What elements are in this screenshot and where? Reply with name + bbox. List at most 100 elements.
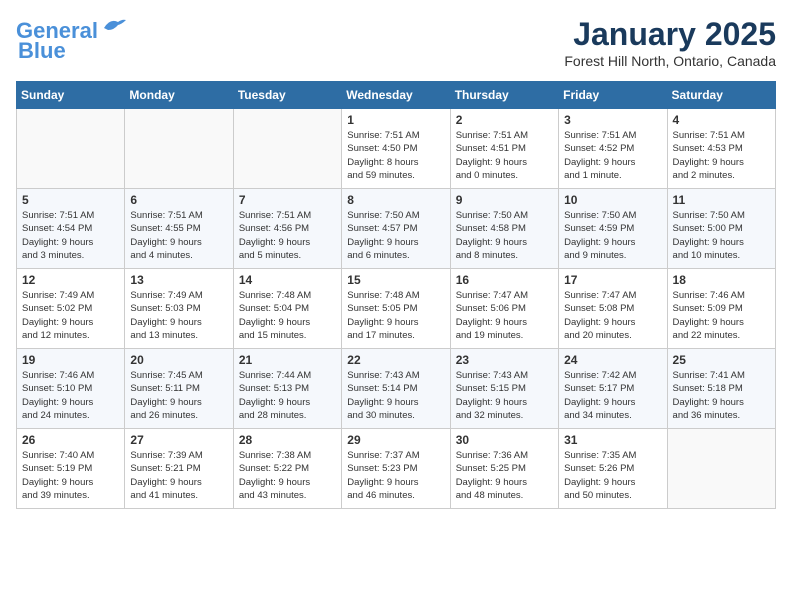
day-number: 18 [673, 273, 770, 287]
day-info: Sunrise: 7:35 AMSunset: 5:26 PMDaylight:… [564, 449, 661, 502]
day-info: Sunrise: 7:51 AMSunset: 4:55 PMDaylight:… [130, 209, 227, 262]
table-row: 30 Sunrise: 7:36 AMSunset: 5:25 PMDayligh… [450, 429, 558, 509]
day-number: 19 [22, 353, 119, 367]
header-monday: Monday [125, 82, 233, 109]
table-row [17, 109, 125, 189]
table-row: 2Sunrise: 7:51 AMSunset: 4:51 PMDaylight… [450, 109, 558, 189]
day-number: 31 [564, 433, 661, 447]
day-number: 26 [22, 433, 119, 447]
day-number: 7 [239, 193, 336, 207]
day-info: Sunrise: 7:48 AMSunset: 5:05 PMDaylight:… [347, 289, 444, 342]
table-row: 24 Sunrise: 7:42 AMSunset: 5:17 PMDayligh… [559, 349, 667, 429]
table-row: 21 Sunrise: 7:44 AMSunset: 5:13 PMDayligh… [233, 349, 341, 429]
day-info: Sunrise: 7:43 AMSunset: 5:15 PMDaylight:… [456, 369, 553, 422]
day-number: 9 [456, 193, 553, 207]
day-number: 6 [130, 193, 227, 207]
day-info: Sunrise: 7:39 AMSunset: 5:21 PMDaylight:… [130, 449, 227, 502]
day-number: 21 [239, 353, 336, 367]
table-row: 26 Sunrise: 7:40 AMSunset: 5:19 PMDayligh… [17, 429, 125, 509]
day-info: Sunrise: 7:51 AMSunset: 4:54 PMDaylight:… [22, 209, 119, 262]
page-header: General Blue January 2025 Forest Hill No… [16, 16, 776, 69]
day-number: 24 [564, 353, 661, 367]
header-thursday: Thursday [450, 82, 558, 109]
location-subtitle: Forest Hill North, Ontario, Canada [564, 53, 776, 69]
day-number: 1 [347, 113, 444, 127]
day-number: 8 [347, 193, 444, 207]
table-row: 8 Sunrise: 7:50 AMSunset: 4:57 PMDaylight… [342, 189, 450, 269]
day-info: Sunrise: 7:51 AMSunset: 4:50 PMDaylight:… [347, 129, 444, 182]
table-row: 6 Sunrise: 7:51 AMSunset: 4:55 PMDaylight… [125, 189, 233, 269]
table-row: 11 Sunrise: 7:50 AMSunset: 5:00 PMDayligh… [667, 189, 775, 269]
day-info: Sunrise: 7:46 AMSunset: 5:09 PMDaylight:… [673, 289, 770, 342]
header-sunday: Sunday [17, 82, 125, 109]
calendar-week-row: 1 Sunrise: 7:51 AMSunset: 4:50 PMDaylight… [17, 109, 776, 189]
logo-bird-icon [100, 16, 128, 36]
table-row: 9 Sunrise: 7:50 AMSunset: 4:58 PMDaylight… [450, 189, 558, 269]
table-row [233, 109, 341, 189]
calendar-header-row: Sunday Monday Tuesday Wednesday Thursday… [17, 82, 776, 109]
day-info: Sunrise: 7:48 AMSunset: 5:04 PMDaylight:… [239, 289, 336, 342]
table-row: 18 Sunrise: 7:46 AMSunset: 5:09 PMDayligh… [667, 269, 775, 349]
day-number: 13 [130, 273, 227, 287]
header-wednesday: Wednesday [342, 82, 450, 109]
day-info: Sunrise: 7:45 AMSunset: 5:11 PMDaylight:… [130, 369, 227, 422]
table-row: 10 Sunrise: 7:50 AMSunset: 4:59 PMDayligh… [559, 189, 667, 269]
month-title: January 2025 [564, 16, 776, 53]
day-number: 30 [456, 433, 553, 447]
day-number: 12 [22, 273, 119, 287]
table-row: 25 Sunrise: 7:41 AMSunset: 5:18 PMDayligh… [667, 349, 775, 429]
table-row: 27 Sunrise: 7:39 AMSunset: 5:21 PMDayligh… [125, 429, 233, 509]
day-number: 23 [456, 353, 553, 367]
title-block: January 2025 Forest Hill North, Ontario,… [564, 16, 776, 69]
day-info: Sunrise: 7:36 AMSunset: 5:25 PMDaylight:… [456, 449, 553, 502]
calendar-week-row: 12Sunrise: 7:49 AMSunset: 5:02 PMDayligh… [17, 269, 776, 349]
day-info: Sunrise: 7:43 AMSunset: 5:14 PMDaylight:… [347, 369, 444, 422]
day-info: Sunrise: 7:47 AMSunset: 5:08 PMDaylight:… [564, 289, 661, 342]
day-info: Sunrise: 7:46 AMSunset: 5:10 PMDaylight:… [22, 369, 119, 422]
calendar-week-row: 5Sunrise: 7:51 AMSunset: 4:54 PMDaylight… [17, 189, 776, 269]
table-row: 7Sunrise: 7:51 AMSunset: 4:56 PMDaylight… [233, 189, 341, 269]
table-row: 14 Sunrise: 7:48 AMSunset: 5:04 PMDayligh… [233, 269, 341, 349]
day-info: Sunrise: 7:40 AMSunset: 5:19 PMDaylight:… [22, 449, 119, 502]
day-number: 2 [456, 113, 553, 127]
calendar-week-row: 19 Sunrise: 7:46 AMSunset: 5:10 PMDayligh… [17, 349, 776, 429]
day-number: 10 [564, 193, 661, 207]
day-info: Sunrise: 7:38 AMSunset: 5:22 PMDaylight:… [239, 449, 336, 502]
header-tuesday: Tuesday [233, 82, 341, 109]
day-number: 15 [347, 273, 444, 287]
day-info: Sunrise: 7:37 AMSunset: 5:23 PMDaylight:… [347, 449, 444, 502]
logo: General Blue [16, 16, 128, 62]
day-number: 16 [456, 273, 553, 287]
table-row: 29Sunrise: 7:37 AMSunset: 5:23 PMDayligh… [342, 429, 450, 509]
day-info: Sunrise: 7:41 AMSunset: 5:18 PMDaylight:… [673, 369, 770, 422]
day-info: Sunrise: 7:50 AMSunset: 4:57 PMDaylight:… [347, 209, 444, 262]
table-row: 1 Sunrise: 7:51 AMSunset: 4:50 PMDaylight… [342, 109, 450, 189]
day-number: 14 [239, 273, 336, 287]
table-row: 5Sunrise: 7:51 AMSunset: 4:54 PMDaylight… [17, 189, 125, 269]
day-number: 4 [673, 113, 770, 127]
calendar-table: Sunday Monday Tuesday Wednesday Thursday… [16, 81, 776, 509]
day-info: Sunrise: 7:44 AMSunset: 5:13 PMDaylight:… [239, 369, 336, 422]
day-number: 27 [130, 433, 227, 447]
table-row [125, 109, 233, 189]
day-info: Sunrise: 7:50 AMSunset: 5:00 PMDaylight:… [673, 209, 770, 262]
table-row: 23 Sunrise: 7:43 AMSunset: 5:15 PMDayligh… [450, 349, 558, 429]
day-info: Sunrise: 7:50 AMSunset: 4:58 PMDaylight:… [456, 209, 553, 262]
day-number: 22 [347, 353, 444, 367]
table-row: 20Sunrise: 7:45 AMSunset: 5:11 PMDayligh… [125, 349, 233, 429]
table-row: 16Sunrise: 7:47 AMSunset: 5:06 PMDayligh… [450, 269, 558, 349]
table-row [667, 429, 775, 509]
header-friday: Friday [559, 82, 667, 109]
day-info: Sunrise: 7:42 AMSunset: 5:17 PMDaylight:… [564, 369, 661, 422]
day-number: 11 [673, 193, 770, 207]
day-number: 17 [564, 273, 661, 287]
day-number: 28 [239, 433, 336, 447]
day-number: 3 [564, 113, 661, 127]
day-number: 25 [673, 353, 770, 367]
table-row: 4Sunrise: 7:51 AMSunset: 4:53 PMDaylight… [667, 109, 775, 189]
table-row: 22 Sunrise: 7:43 AMSunset: 5:14 PMDayligh… [342, 349, 450, 429]
table-row: 12Sunrise: 7:49 AMSunset: 5:02 PMDayligh… [17, 269, 125, 349]
day-info: Sunrise: 7:50 AMSunset: 4:59 PMDaylight:… [564, 209, 661, 262]
header-saturday: Saturday [667, 82, 775, 109]
table-row: 13Sunrise: 7:49 AMSunset: 5:03 PMDayligh… [125, 269, 233, 349]
